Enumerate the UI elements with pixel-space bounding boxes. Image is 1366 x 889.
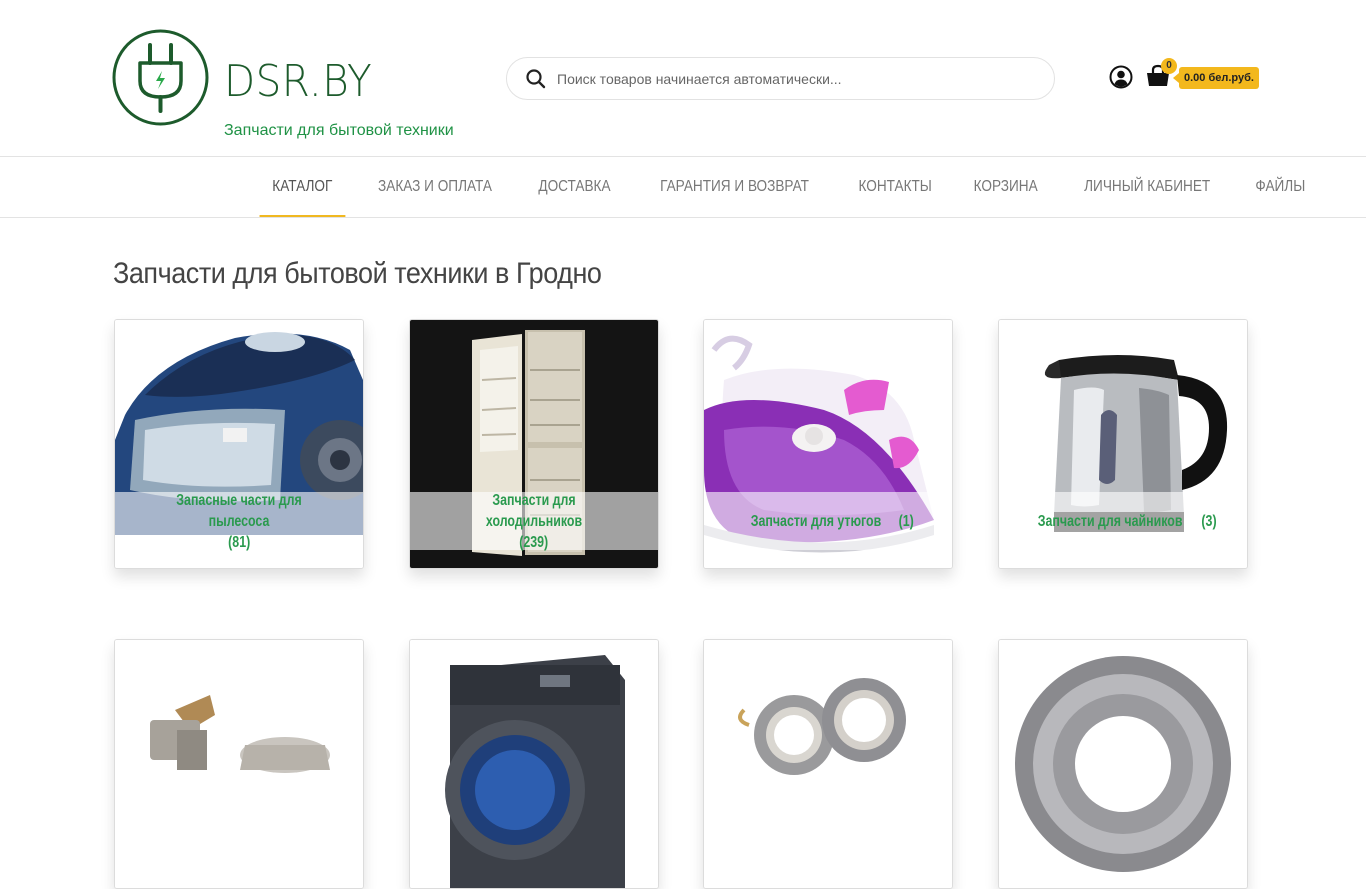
nav-item-order-payment[interactable]: Заказ и оплата: [365, 157, 504, 217]
search-box[interactable]: [506, 57, 1055, 100]
category-name: Запчасти для утюгов: [750, 512, 881, 530]
nav-item-contacts[interactable]: Контакты: [845, 157, 944, 217]
category-name: Запчасти для холодильников: [485, 491, 583, 530]
category-name: Запасные части для пылесоса: [176, 491, 302, 530]
page-title: Запчасти для бытовой техники в Гродно: [113, 257, 602, 290]
cart-widget[interactable]: 0 0.00 бел.руб.: [1145, 58, 1259, 92]
search-input[interactable]: [557, 66, 1037, 92]
brand-name: DSR.BY: [224, 56, 373, 107]
user-account-icon[interactable]: [1109, 65, 1133, 89]
nav-item-warranty-return[interactable]: Гарантия и возврат: [647, 157, 821, 217]
category-name: Запчасти для чайников: [1038, 512, 1183, 530]
cart-total: 0.00 бел.руб.: [1173, 67, 1259, 89]
category-label[interactable]: Запчасти для холодильников (239): [410, 491, 658, 551]
category-card-iron[interactable]: Запчасти для утюгов (1): [703, 319, 953, 569]
washing-machine-image: [410, 640, 658, 888]
category-count: (239): [519, 533, 549, 551]
category-card-bearings[interactable]: [703, 639, 953, 889]
thermostat-part-image: [115, 640, 363, 888]
site-header: DSR.BY Запчасти для бытовой техники 0 0.…: [0, 0, 1366, 157]
search-icon[interactable]: [525, 68, 547, 90]
category-card-vacuum[interactable]: Запасные части для пылесоса (81): [114, 319, 364, 569]
category-card-bearing[interactable]: [998, 639, 1248, 889]
bearing-image: [999, 640, 1247, 888]
cart-count-badge: 0: [1161, 58, 1177, 74]
brand-tagline: Запчасти для бытовой техники: [224, 122, 454, 139]
nav-item-catalog[interactable]: Каталог: [259, 157, 346, 217]
nav-item-account[interactable]: Личный кабинет: [1072, 157, 1224, 217]
category-label[interactable]: Запчасти для чайников (3): [999, 492, 1247, 550]
category-card-washer[interactable]: [409, 639, 659, 889]
plug-logo-icon: [112, 29, 209, 126]
nav-item-delivery[interactable]: Доставка: [525, 157, 623, 217]
category-card-fridge[interactable]: Запчасти для холодильников (239): [409, 319, 659, 569]
category-card-kettle[interactable]: Запчасти для чайников (3): [998, 319, 1248, 569]
nav-list: Каталог Заказ и оплата Доставка Гарантия…: [252, 157, 1325, 217]
category-card-thermostat[interactable]: [114, 639, 364, 889]
nav-item-cart[interactable]: Корзина: [961, 157, 1051, 217]
main-nav: Каталог Заказ и оплата Доставка Гарантия…: [0, 157, 1366, 218]
category-count: (3): [1201, 512, 1217, 530]
category-count: (1): [898, 512, 914, 530]
nav-item-files[interactable]: Файлы: [1243, 157, 1318, 217]
bearings-image: [704, 640, 952, 888]
category-label[interactable]: Запчасти для утюгов (1): [704, 492, 952, 550]
category-label[interactable]: Запасные части для пылесоса (81): [115, 491, 363, 551]
site-logo[interactable]: DSR.BY Запчасти для бытовой техники: [112, 29, 472, 139]
category-count: (81): [227, 533, 251, 551]
